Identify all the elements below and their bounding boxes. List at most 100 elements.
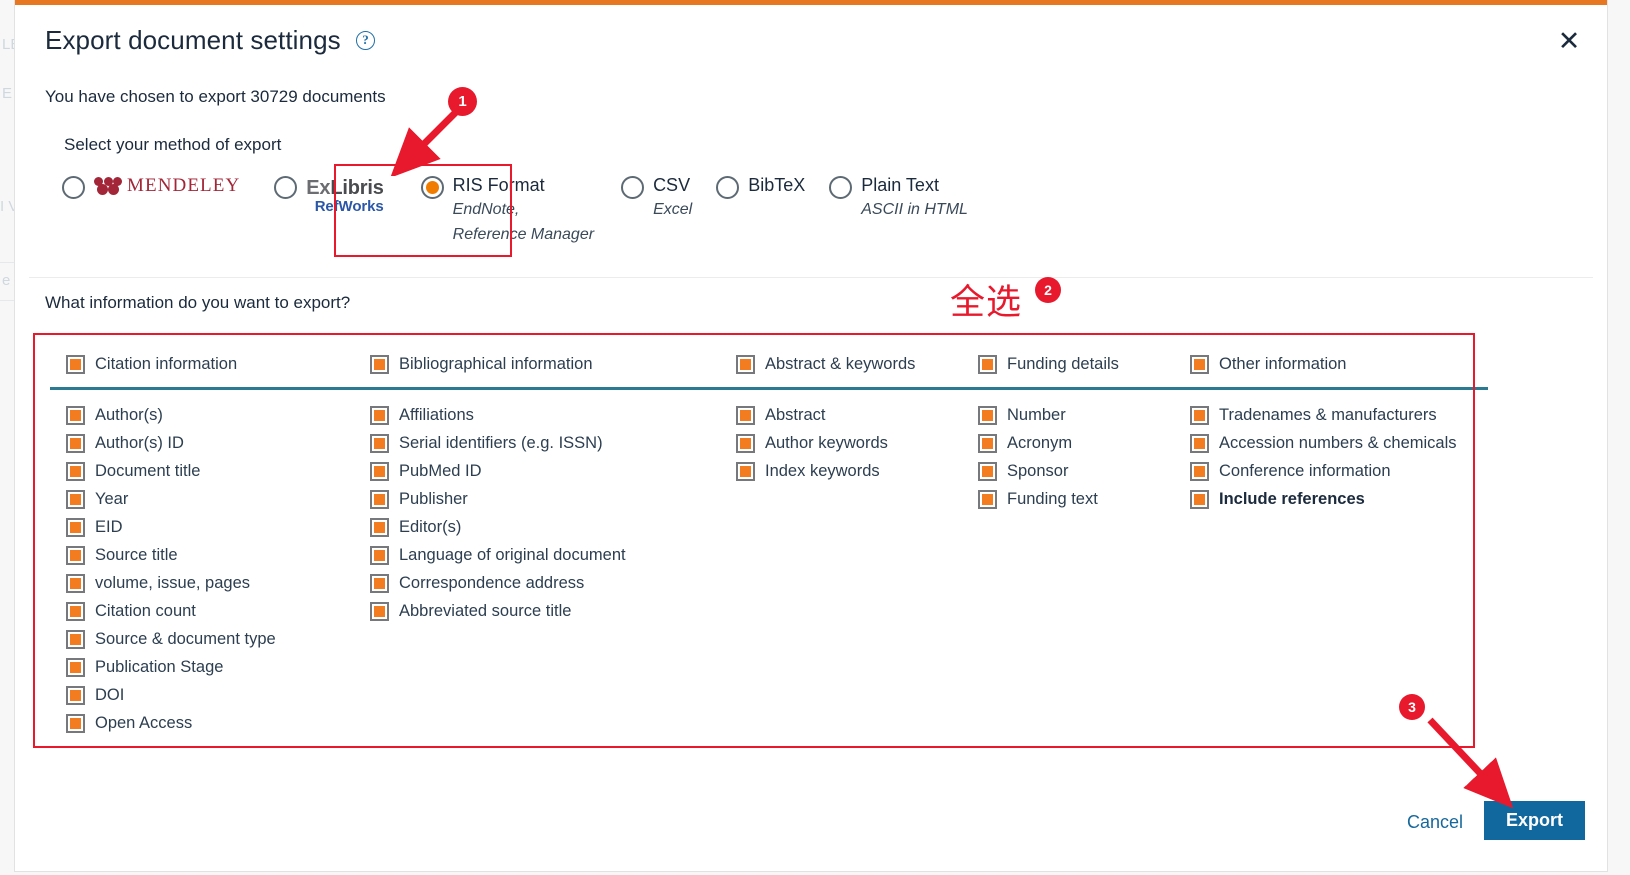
group-header-funding-details[interactable]: Funding details [978,341,1190,387]
checkbox-document-title[interactable] [66,461,85,481]
list-item-label: Abstract [765,405,826,424]
checkbox-citation-count[interactable] [66,601,85,621]
list-item[interactable]: Index keywords [736,457,978,485]
list-item[interactable]: Include references [1190,485,1488,513]
export-button[interactable]: Export [1483,801,1585,840]
method-option-ris-format[interactable]: RIS Format EndNote, Reference Manager [420,173,594,247]
list-item-label: Language of original document [399,545,626,564]
list-item[interactable]: DOI [66,681,370,709]
list-item[interactable]: Source & document type [66,625,370,653]
checkbox-authors-id[interactable] [66,433,85,453]
field-column-funding-details: Number Acronym Sponsor Funding text [978,401,1190,737]
list-item[interactable]: Accession numbers & chemicals [1190,429,1488,457]
checkbox-abbreviated-source-title[interactable] [370,601,389,621]
checkbox-author-keywords[interactable] [736,433,755,453]
list-item[interactable]: Publication Stage [66,653,370,681]
list-item[interactable]: Editor(s) [370,513,736,541]
checkbox-language-of-original-document[interactable] [370,545,389,565]
list-item[interactable]: Author(s) ID [66,429,370,457]
list-item[interactable]: Funding text [978,485,1190,513]
checkbox-acronym[interactable] [978,433,997,453]
radio-csv[interactable] [621,176,645,199]
list-item[interactable]: volume, issue, pages [66,569,370,597]
checkbox-editors[interactable] [370,517,389,537]
list-item[interactable]: Acronym [978,429,1190,457]
checkbox-correspondence-address[interactable] [370,573,389,593]
list-item-label: Tradenames & manufacturers [1219,405,1437,424]
checkbox-include-references[interactable] [1190,489,1209,509]
checkbox-open-access[interactable] [66,713,85,733]
list-item[interactable]: Sponsor [978,457,1190,485]
method-option-mendeley[interactable]: MENDELEY [62,173,240,199]
checkbox-year[interactable] [66,489,85,509]
list-item[interactable]: Author(s) [66,401,370,429]
checkbox-source-document-type[interactable] [66,629,85,649]
list-item[interactable]: Year [66,485,370,513]
checkbox-sponsor[interactable] [978,461,997,481]
list-item[interactable]: Citation count [66,597,370,625]
group-header-other-information[interactable]: Other information [1190,341,1488,387]
list-item[interactable]: PubMed ID [370,457,736,485]
radio-ris-format[interactable] [420,176,444,199]
method-section-label: Select your method of export [64,135,282,154]
group-header-abstract-keywords[interactable]: Abstract & keywords [736,341,978,387]
group-header-label: Citation information [95,354,238,373]
list-item-label: Affiliations [399,405,474,424]
list-item[interactable]: Publisher [370,485,736,513]
checkbox-citation-information[interactable] [66,354,85,374]
checkbox-publication-stage[interactable] [66,657,85,677]
list-item[interactable]: Serial identifiers (e.g. ISSN) [370,429,736,457]
question-mark-circle-icon[interactable]: ? [356,31,376,50]
checkbox-funding-text[interactable] [978,489,997,509]
checkbox-bibliographical-information[interactable] [370,354,389,374]
radio-bibtex[interactable] [716,176,740,199]
list-item[interactable]: Abbreviated source title [370,597,736,625]
radio-exlibris-refworks[interactable] [274,176,298,199]
checkbox-index-keywords[interactable] [736,461,755,481]
checkbox-abstract[interactable] [736,405,755,425]
checkbox-number[interactable] [978,405,997,425]
checkbox-accession-numbers-chemicals[interactable] [1190,433,1209,453]
list-item[interactable]: Source title [66,541,370,569]
checkbox-eid[interactable] [66,517,85,537]
list-item[interactable]: Number [978,401,1190,429]
list-item[interactable]: Author keywords [736,429,978,457]
list-item[interactable]: Affiliations [370,401,736,429]
field-column-bibliographical-information: Affiliations Serial identifiers (e.g. IS… [370,401,736,737]
list-item[interactable]: Tradenames & manufacturers [1190,401,1488,429]
checkbox-publisher[interactable] [370,489,389,509]
group-header-citation-information[interactable]: Citation information [50,341,370,387]
checkbox-volume-issue-pages[interactable] [66,573,85,593]
checkbox-abstract-keywords[interactable] [736,354,755,374]
list-item[interactable]: Correspondence address [370,569,736,597]
list-item-label: EID [95,517,123,536]
checkbox-doi[interactable] [66,685,85,705]
list-item[interactable]: Document title [66,457,370,485]
list-item-label: volume, issue, pages [95,573,251,592]
cancel-button[interactable]: Cancel [1401,811,1469,834]
checkbox-conference-information[interactable] [1190,461,1209,481]
list-item[interactable]: Open Access [66,709,370,737]
list-item[interactable]: Conference information [1190,457,1488,485]
checkbox-pubmed-id[interactable] [370,461,389,481]
list-item[interactable]: Abstract [736,401,978,429]
list-item-label: Open Access [95,713,193,732]
checkbox-funding-details[interactable] [978,354,997,374]
group-header-bibliographical-information[interactable]: Bibliographical information [370,341,736,387]
close-icon[interactable]: ✕ [1553,27,1585,59]
checkbox-tradenames-manufacturers[interactable] [1190,405,1209,425]
method-option-plain-text[interactable]: Plain Text ASCII in HTML [829,173,968,222]
method-option-csv[interactable]: CSV Excel [621,173,692,222]
list-item[interactable]: EID [66,513,370,541]
radio-mendeley[interactable] [62,176,85,199]
radio-plain-text[interactable] [829,176,853,199]
list-item[interactable]: Language of original document [370,541,736,569]
checkbox-serial-identifiers[interactable] [370,433,389,453]
method-option-exlibris-refworks[interactable]: ExLibris RefWorks [274,173,384,215]
method-option-bibtex[interactable]: BibTeX [716,173,805,199]
checkbox-other-information[interactable] [1190,354,1209,374]
checkbox-source-title[interactable] [66,545,85,565]
checkbox-affiliations[interactable] [370,405,389,425]
list-item-label: Citation count [95,601,196,620]
checkbox-authors[interactable] [66,405,85,425]
